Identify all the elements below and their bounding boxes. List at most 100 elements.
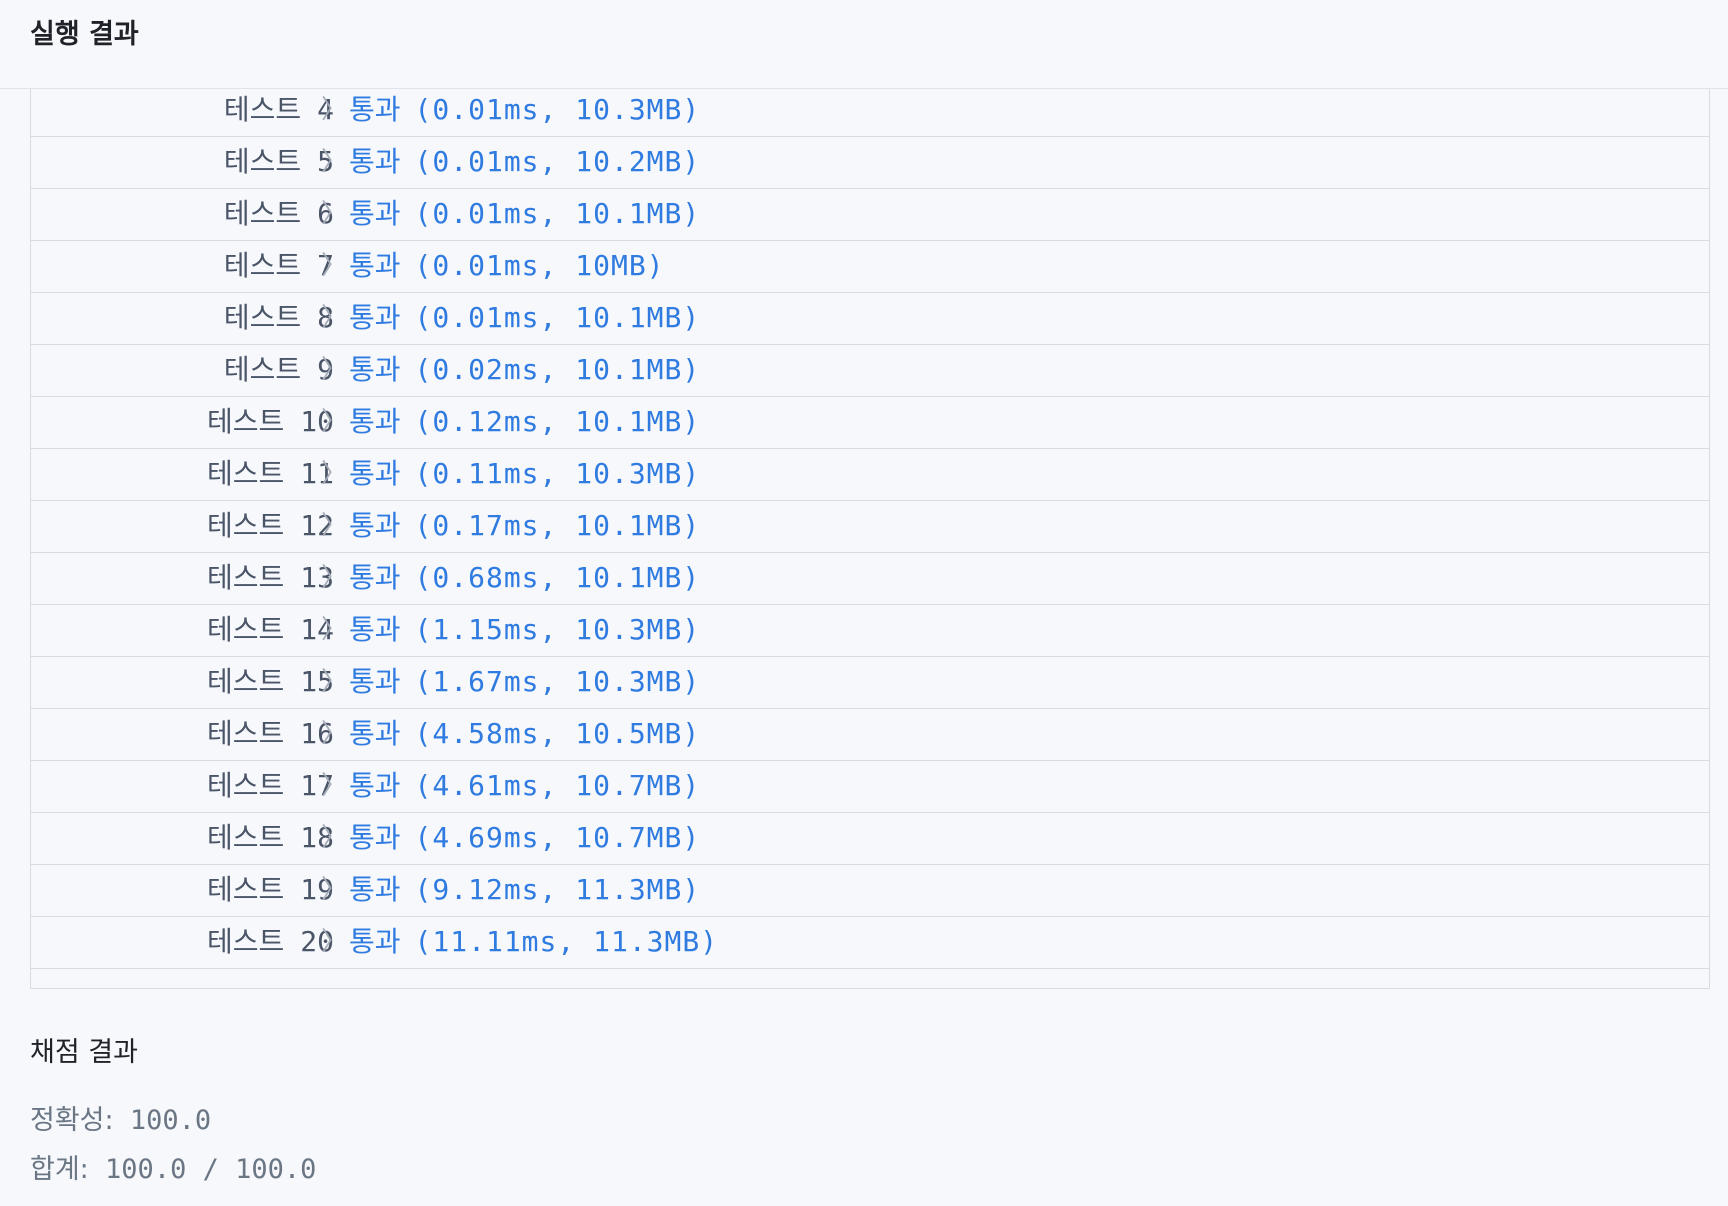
chevron-right-icon: 〉: [321, 303, 348, 333]
test-word: 테스트: [207, 509, 285, 542]
chevron-right-icon: 〉: [321, 459, 348, 489]
test-status: 통과 (1.67ms, 10.3MB): [349, 656, 700, 708]
pass-label: 통과: [349, 93, 401, 126]
test-detail: (0.01ms, 10.1MB): [414, 197, 701, 230]
test-result-row: 테스트 6 〉 통과 (0.01ms, 10.1MB): [31, 188, 1709, 241]
test-result-row: 테스트 8 〉 통과 (0.01ms, 10.1MB): [31, 292, 1709, 345]
test-word: 테스트: [207, 405, 285, 438]
test-result-row: 테스트 10 〉 통과 (0.12ms, 10.1MB): [31, 396, 1709, 449]
test-result-row: 테스트 12 〉 통과 (0.17ms, 10.1MB): [31, 500, 1709, 553]
test-result-row: 테스트 5 〉 통과 (0.01ms, 10.2MB): [31, 136, 1709, 189]
pass-label: 통과: [349, 613, 401, 646]
test-detail: (0.01ms, 10MB): [414, 249, 665, 282]
test-label: 테스트 9: [224, 344, 334, 396]
test-results-list[interactable]: 테스트3〉통과(0.01ms, 10.1MB)테스트4〉통과(0.01ms, 1…: [30, 52, 1710, 989]
chevron-right-icon: 〉: [321, 147, 348, 177]
test-detail: (4.58ms, 10.5MB): [414, 717, 701, 750]
test-label: 테스트 14: [207, 604, 334, 656]
test-label: 테스트 18: [207, 812, 334, 864]
test-word: 테스트: [207, 717, 285, 750]
test-detail: (1.15ms, 10.3MB): [414, 613, 701, 646]
total-value: 100.0 / 100.0: [105, 1154, 317, 1185]
test-label: 테스트 5: [224, 136, 334, 188]
pass-label: 통과: [349, 821, 401, 854]
test-label: 테스트 10: [207, 396, 334, 448]
pass-label: 통과: [349, 353, 401, 386]
test-label: 테스트 16: [207, 708, 334, 760]
chevron-right-icon: 〉: [321, 823, 348, 853]
test-status: 통과 (4.69ms, 10.7MB): [349, 812, 700, 864]
test-status: 통과 (4.61ms, 10.7MB): [349, 760, 700, 812]
test-label: 테스트 12: [207, 500, 334, 552]
test-status: 통과 (11.11ms, 11.3MB): [349, 916, 718, 968]
test-status: 통과 (0.02ms, 10.1MB): [349, 344, 700, 396]
test-status: 통과 (0.17ms, 10.1MB): [349, 500, 700, 552]
test-word: 테스트: [223, 353, 302, 386]
pass-label: 통과: [349, 197, 401, 230]
test-detail: (4.61ms, 10.7MB): [414, 769, 701, 802]
chevron-right-icon: 〉: [321, 563, 348, 593]
accuracy-line: 정확성: 100.0: [30, 1098, 211, 1137]
chevron-right-icon: 〉: [321, 771, 348, 801]
pass-label: 통과: [349, 457, 401, 490]
test-word: 테스트: [223, 301, 302, 334]
chevron-right-icon: 〉: [321, 875, 348, 905]
test-detail: (0.11ms, 10.3MB): [414, 457, 701, 490]
accuracy-value: 100.0: [129, 1105, 212, 1136]
test-label: 테스트 13: [207, 552, 334, 604]
page-title: 실행 결과: [30, 19, 139, 50]
test-word: 테스트: [207, 873, 285, 906]
test-label: 테스트 8: [224, 292, 334, 344]
test-word: 테스트: [207, 457, 285, 490]
test-status: 통과 (4.58ms, 10.5MB): [349, 708, 700, 760]
test-label: 테스트 17: [207, 760, 334, 812]
pass-label: 통과: [349, 301, 401, 334]
test-word: 테스트: [223, 197, 302, 230]
test-word: 테스트: [207, 769, 285, 802]
test-status: 통과 (9.12ms, 11.3MB): [349, 864, 700, 916]
test-label: 테스트 11: [207, 448, 334, 500]
accuracy-label: 정확성:: [30, 1105, 114, 1136]
pass-label: 통과: [349, 925, 401, 958]
chevron-right-icon: 〉: [321, 199, 348, 229]
test-result-row: 테스트 16 〉 통과 (4.58ms, 10.5MB): [31, 708, 1709, 761]
test-result-row: 테스트 9 〉 통과 (0.02ms, 10.1MB): [31, 344, 1709, 397]
test-status: 통과 (0.12ms, 10.1MB): [349, 396, 700, 448]
pass-label: 통과: [349, 249, 401, 282]
grading-title: 채점 결과: [30, 1037, 138, 1068]
test-status: 통과 (0.01ms, 10.2MB): [349, 136, 700, 188]
chevron-right-icon: 〉: [321, 719, 348, 749]
test-label: 테스트 6: [224, 188, 334, 240]
test-label: 테스트 19: [207, 864, 334, 916]
test-detail: (0.68ms, 10.1MB): [414, 561, 701, 594]
test-result-row: 테스트 13 〉 통과 (0.68ms, 10.1MB): [31, 552, 1709, 605]
test-result-row: 테스트 11 〉 통과 (0.11ms, 10.3MB): [31, 448, 1709, 501]
test-detail: (0.02ms, 10.1MB): [414, 353, 701, 386]
test-detail: (0.01ms, 10.2MB): [414, 145, 701, 178]
test-status: 통과 (0.11ms, 10.3MB): [349, 448, 700, 500]
pass-label: 통과: [349, 769, 401, 802]
test-detail: (1.67ms, 10.3MB): [414, 665, 701, 698]
results-header: 실행 결과: [0, 0, 1728, 89]
test-detail: (9.12ms, 11.3MB): [414, 873, 701, 906]
chevron-right-icon: 〉: [321, 667, 348, 697]
test-result-row: 테스트 17 〉 통과 (4.61ms, 10.7MB): [31, 760, 1709, 813]
chevron-right-icon: 〉: [321, 355, 348, 385]
pass-label: 통과: [349, 509, 401, 542]
test-result-row: 테스트 7 〉 통과 (0.01ms, 10MB): [31, 240, 1709, 293]
pass-label: 통과: [349, 873, 401, 906]
chevron-right-icon: 〉: [321, 927, 348, 957]
test-word: 테스트: [223, 145, 302, 178]
pass-label: 통과: [349, 145, 401, 178]
test-label: 테스트 4: [224, 84, 334, 136]
pass-label: 통과: [349, 717, 401, 750]
test-label: 테스트 15: [207, 656, 334, 708]
test-result-row: 테스트 4 〉 통과 (0.01ms, 10.3MB): [31, 84, 1709, 137]
test-result-row: 테스트 14 〉 통과 (1.15ms, 10.3MB): [31, 604, 1709, 657]
test-result-row: 테스트 20 〉 통과 (11.11ms, 11.3MB): [31, 916, 1709, 969]
test-detail: (0.01ms, 10.3MB): [414, 93, 701, 126]
test-label: 테스트 20: [207, 916, 334, 968]
test-detail: (0.12ms, 10.1MB): [414, 405, 701, 438]
test-word: 테스트: [223, 249, 302, 282]
test-status: 통과 (0.01ms, 10.1MB): [349, 292, 700, 344]
